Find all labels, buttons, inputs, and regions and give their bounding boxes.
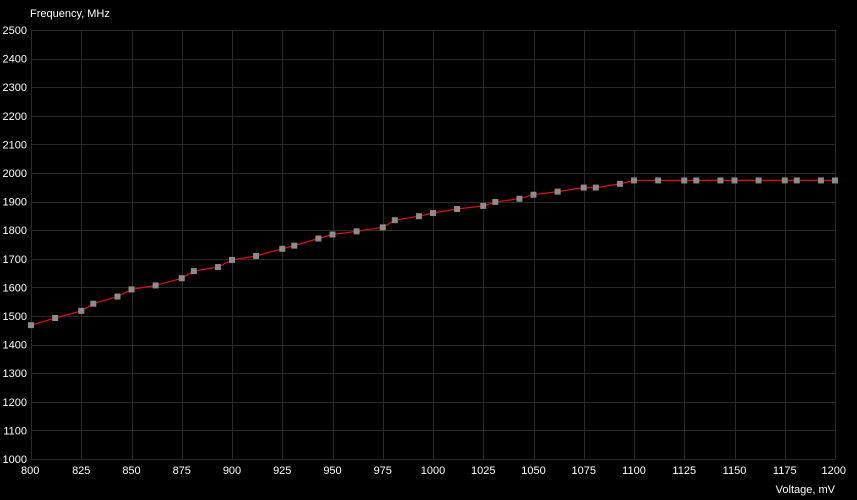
data-point[interactable] (214, 264, 221, 271)
data-point[interactable] (731, 177, 738, 184)
data-point[interactable] (415, 213, 422, 220)
data-point[interactable] (631, 177, 637, 184)
x-tick-label: 900 (223, 465, 241, 477)
x-tick-label: 1025 (471, 465, 495, 477)
y-tick-label: 1400 (3, 340, 27, 352)
data-point[interactable] (530, 191, 537, 198)
data-point[interactable] (152, 282, 159, 289)
x-tick-label: 1100 (622, 465, 646, 477)
data-point[interactable] (90, 300, 97, 307)
x-tick-label: 1050 (521, 465, 545, 477)
data-point[interactable] (190, 268, 197, 275)
data-point[interactable] (693, 177, 700, 184)
x-tick-label: 800 (21, 465, 39, 477)
data-point[interactable] (755, 177, 762, 184)
x-tick-label: 825 (72, 465, 90, 477)
y-tick-label: 1100 (3, 425, 27, 437)
y-tick-label: 1200 (3, 397, 27, 409)
data-point[interactable] (229, 256, 235, 263)
x-tick-label: 975 (374, 465, 392, 477)
y-tick-label: 1300 (3, 368, 27, 380)
y-tick-label: 2100 (3, 139, 27, 151)
x-tick-label: 1175 (773, 465, 797, 477)
data-point[interactable] (291, 242, 298, 249)
data-point[interactable] (52, 315, 59, 322)
data-point[interactable] (78, 307, 85, 314)
data-point[interactable] (253, 252, 260, 259)
data-point[interactable] (128, 286, 135, 293)
data-point[interactable] (353, 228, 360, 235)
x-tick-label: 875 (173, 465, 191, 477)
x-tick-label: 950 (323, 465, 341, 477)
data-point[interactable] (279, 245, 286, 252)
data-point[interactable] (379, 224, 386, 231)
x-tick-label: 1125 (672, 465, 696, 477)
plot-background (0, 0, 857, 500)
y-tick-label: 2000 (3, 168, 27, 180)
data-point[interactable] (315, 235, 322, 242)
y-tick-label: 1700 (3, 254, 27, 266)
data-point[interactable] (793, 177, 800, 184)
y-tick-label: 2400 (3, 54, 27, 66)
y-tick-label: 2300 (3, 82, 27, 94)
y-tick-label: 1600 (3, 282, 27, 294)
data-point[interactable] (616, 180, 623, 187)
data-point[interactable] (717, 177, 724, 184)
chart-container: 1000 1100 1200 1300 1400 1500 1600 1700 1800 1900… (0, 0, 857, 500)
data-point[interactable] (832, 177, 838, 184)
y-tick-label: 2200 (3, 111, 27, 123)
y-tick-label: 1900 (3, 197, 27, 209)
x-axis-title: Voltage, mV (776, 484, 836, 496)
x-tick-label: 1200 (822, 465, 846, 477)
data-point[interactable] (580, 184, 587, 191)
data-point[interactable] (554, 188, 561, 195)
data-point[interactable] (516, 195, 523, 202)
x-tick-label: 1000 (421, 465, 445, 477)
x-tick-label: 925 (273, 465, 291, 477)
data-point[interactable] (592, 184, 599, 191)
data-point[interactable] (114, 293, 121, 300)
x-tick-label: 850 (122, 465, 140, 477)
data-point[interactable] (781, 177, 788, 184)
data-point[interactable] (430, 210, 436, 217)
data-point[interactable] (492, 198, 499, 205)
data-point[interactable] (454, 206, 461, 213)
data-point[interactable] (329, 231, 336, 238)
y-tick-label: 1500 (3, 311, 27, 323)
data-point[interactable] (480, 202, 487, 209)
data-point[interactable] (817, 177, 824, 184)
data-point[interactable] (655, 177, 662, 184)
data-point[interactable] (178, 275, 185, 282)
frequency-voltage-chart: 1000 1100 1200 1300 1400 1500 1600 1700 1800 1900… (0, 0, 857, 500)
data-point[interactable] (28, 322, 34, 329)
y-tick-label: 2500 (3, 25, 27, 37)
x-tick-label: 1150 (723, 465, 747, 477)
data-point[interactable] (681, 177, 688, 184)
x-tick-label: 1075 (572, 465, 596, 477)
y-tick-label: 1800 (3, 225, 27, 237)
y-axis-title: Frequency, MHz (30, 8, 110, 20)
data-point[interactable] (391, 217, 398, 224)
